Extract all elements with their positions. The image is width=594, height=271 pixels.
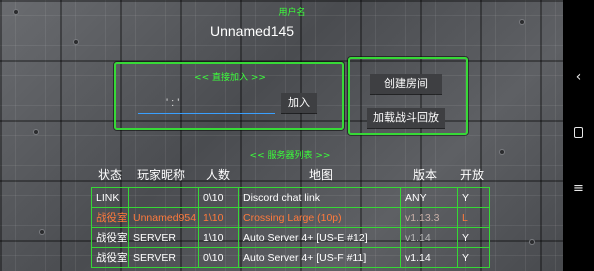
rivet (500, 150, 504, 154)
rivet (40, 230, 44, 234)
back-icon[interactable]: ‹ (563, 66, 594, 88)
server-list-table: LINK 0\10 Discord chat link ANY Y 战役室 Un… (91, 187, 490, 268)
server-player: Unnamed954 (128, 207, 199, 228)
server-version: v1.13.3 (400, 207, 458, 228)
server-open: Y (457, 247, 490, 268)
game-lobby-screen: 用户名 Unnamed145 << 直接加入 >> 加入 创建房间 加载战斗回放… (0, 0, 563, 271)
menu-icon[interactable]: ≡ (563, 178, 594, 200)
server-count: 0\10 (198, 187, 239, 208)
column-header-player: 玩家昵称 (137, 168, 186, 182)
server-player (128, 187, 199, 208)
server-status: 战役室 (91, 207, 129, 228)
server-status: 战役室 (91, 227, 129, 248)
column-header-open: 开放 (460, 168, 485, 182)
server-status: LINK (91, 187, 129, 208)
server-player: SERVER (128, 227, 199, 248)
server-row[interactable]: LINK 0\10 Discord chat link ANY Y (91, 187, 490, 208)
rivet (14, 10, 18, 14)
server-version: v1.14 (400, 227, 458, 248)
server-open: L (457, 207, 490, 228)
server-open: Y (457, 227, 490, 248)
server-map: Discord chat link (238, 187, 401, 208)
android-navigation-bar: ‹ ≡ (563, 0, 594, 271)
column-header-version: 版本 (413, 168, 438, 182)
server-map: Crossing Large (10p) (238, 207, 401, 228)
join-button[interactable]: 加入 (281, 93, 317, 113)
home-icon[interactable] (563, 122, 594, 144)
rivet (530, 240, 534, 244)
load-replay-button[interactable]: 加载战斗回放 (367, 108, 445, 128)
server-count: 1\10 (198, 207, 239, 228)
rivet (34, 130, 38, 134)
ip-address-input[interactable] (138, 92, 275, 114)
server-list-title: << 服务器列表 >> (249, 151, 331, 161)
rivet (74, 40, 78, 44)
username-label[interactable]: Unnamed145 (210, 23, 294, 39)
server-map: Auto Server 4+ [US-F #11] (238, 247, 401, 268)
server-count: 0\10 (198, 247, 239, 268)
server-count: 1\10 (198, 227, 239, 248)
server-status: 战役室 (91, 247, 129, 268)
direct-join-title: << 直接加入 >> (194, 73, 266, 83)
server-version: ANY (400, 187, 458, 208)
server-map: Auto Server 4+ [US-E #12] (238, 227, 401, 248)
rivet (520, 20, 524, 24)
server-row[interactable]: 战役室 Unnamed954 1\10 Crossing Large (10p)… (91, 207, 490, 228)
column-header-count: 人数 (206, 168, 231, 182)
column-header-map: 地图 (309, 168, 334, 182)
username-caption: 用户名 (278, 8, 306, 18)
server-version: v1.14 (400, 247, 458, 268)
create-room-button[interactable]: 创建房间 (370, 74, 442, 94)
server-player: SERVER (128, 247, 199, 268)
server-row[interactable]: 战役室 SERVER 1\10 Auto Server 4+ [US-E #12… (91, 227, 490, 248)
column-header-status: 状态 (98, 168, 123, 182)
server-open: Y (457, 187, 490, 208)
server-row[interactable]: 战役室 SERVER 0\10 Auto Server 4+ [US-F #11… (91, 247, 490, 268)
